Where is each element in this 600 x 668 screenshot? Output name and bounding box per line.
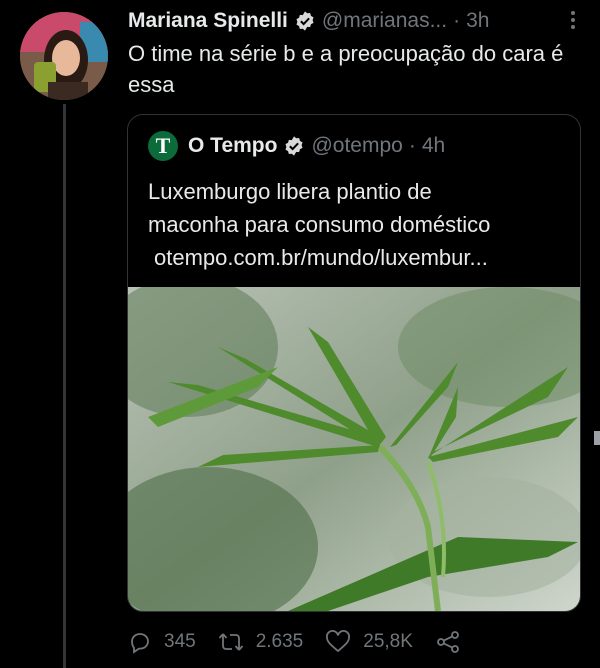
timestamp[interactable]: 3h: [466, 9, 489, 33]
tweet-header: Mariana Spinelli @marianas... · 3h: [128, 6, 583, 36]
quoted-link[interactable]: otempo.com.br/mundo/luxembur...: [148, 241, 568, 274]
scrollbar[interactable]: [594, 431, 600, 445]
like-count: 25,8K: [363, 631, 413, 652]
reply-button[interactable]: 345: [128, 630, 196, 654]
display-name[interactable]: Mariana Spinelli: [128, 9, 288, 33]
handle[interactable]: @marianas...: [322, 9, 447, 33]
otempo-logo: T: [148, 131, 178, 161]
quoted-timestamp: 4h: [421, 134, 446, 157]
tweet-text: O time na série b e a preocupação do car…: [128, 41, 564, 97]
verified-icon: [285, 136, 303, 156]
avatar[interactable]: [20, 12, 108, 100]
quoted-display-name: O Tempo: [188, 134, 278, 157]
quoted-tweet[interactable]: T O Tempo @otempo · 4h Luxemburgo libera…: [127, 114, 581, 612]
reply-icon: [131, 633, 149, 654]
retweet-button[interactable]: 2.635: [218, 630, 304, 654]
like-button[interactable]: 25,8K: [325, 630, 413, 654]
quoted-text: Luxemburgo libera plantio de maconha par…: [148, 175, 568, 274]
quoted-text-line2: maconha para consumo doméstico: [148, 212, 491, 237]
quoted-handle: @otempo: [311, 134, 403, 157]
separator-dot: ·: [408, 134, 416, 157]
more-icon[interactable]: [563, 8, 583, 32]
avatar-image: [20, 12, 108, 100]
share-button[interactable]: [435, 630, 473, 654]
quoted-header: T O Tempo @otempo · 4h: [148, 131, 445, 161]
verified-icon: [296, 11, 314, 31]
tweet-actions: 345 2.635 25,8K: [128, 626, 528, 658]
reply-count: 345: [164, 631, 196, 652]
retweet-icon: [218, 633, 243, 651]
quoted-text-line1: Luxemburgo libera plantio de: [148, 179, 432, 204]
heart-icon: [326, 630, 351, 653]
separator-dot: ·: [453, 9, 461, 32]
cannabis-plant-image[interactable]: [128, 287, 580, 611]
retweet-count: 2.635: [255, 631, 304, 652]
thread-line: [63, 104, 66, 668]
share-icon: [437, 631, 459, 653]
